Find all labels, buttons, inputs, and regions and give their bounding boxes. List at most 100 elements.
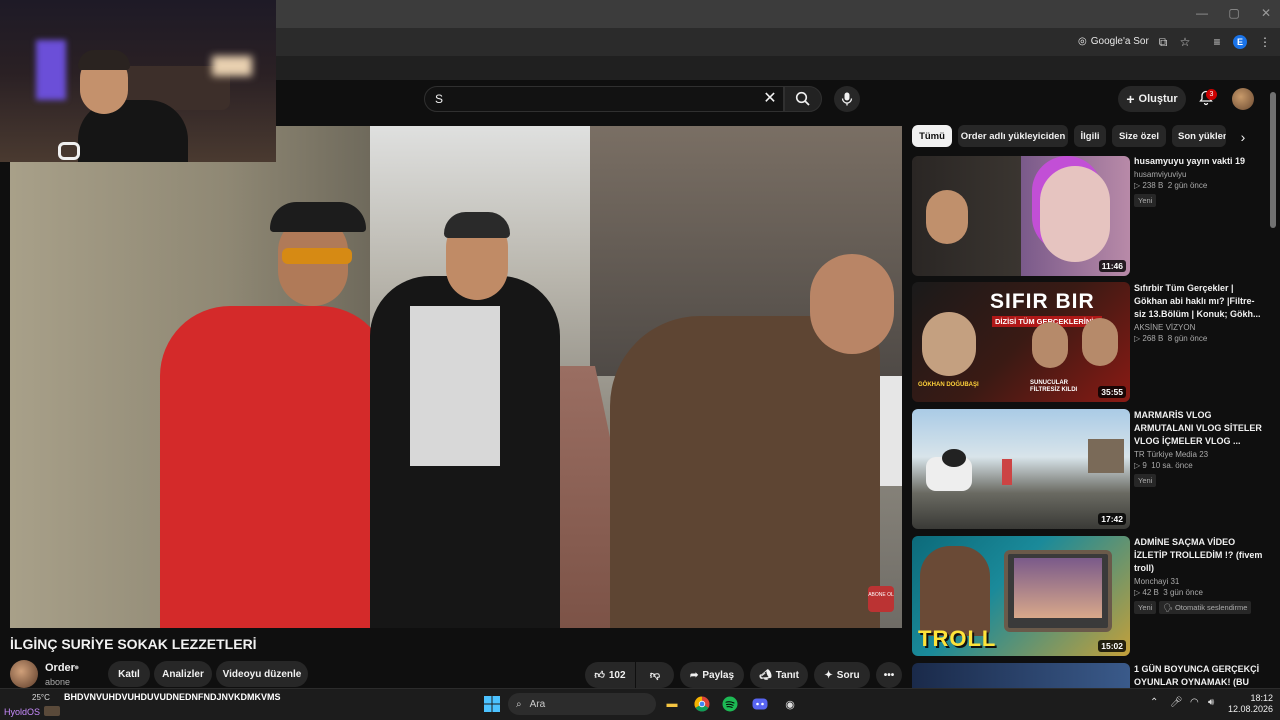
rec-info[interactable]: Sıfırbir Tüm Gerçekler | Gökhan abi hakl…	[1134, 282, 1264, 343]
thumb-face-mid	[1032, 322, 1068, 368]
join-button[interactable]: Katıl	[108, 661, 150, 687]
rec-views: 238 B	[1142, 181, 1164, 190]
person-red-cap	[270, 202, 366, 232]
tray-chevron-icon[interactable]: ⌃	[1150, 697, 1158, 708]
volume-icon[interactable]: 🔊︎	[1208, 697, 1214, 708]
rec-age: 10 sa. önce	[1151, 461, 1193, 470]
microphone-icon	[841, 92, 853, 106]
maximize-icon[interactable]: ▢	[1226, 6, 1242, 20]
media-queue-icon[interactable]: ≡	[1208, 34, 1226, 50]
search-input[interactable]: S	[424, 86, 784, 112]
person-red-glasses	[282, 248, 352, 264]
rec-meta: ▷ 42 B 3 gün önce	[1134, 588, 1203, 597]
thumb-character	[920, 546, 990, 636]
webcam-lamp	[212, 56, 252, 76]
dislike-button[interactable]: 👎︎	[636, 662, 674, 688]
subscribe-watermark[interactable]: ABONE OL	[868, 586, 894, 612]
share-button[interactable]: ➦ Paylaş	[680, 662, 744, 688]
person-brown-jacket	[610, 316, 880, 628]
microphone-tray-icon[interactable]: 🎤︎	[1170, 697, 1183, 708]
chip-related[interactable]: İlgili	[1074, 125, 1106, 147]
browser-profile-avatar[interactable]: E	[1233, 35, 1247, 49]
scrollbar-thumb[interactable]	[1270, 92, 1276, 228]
rec-title[interactable]: 1 GÜN BOYUNCA GERÇEKÇİ OYUNLAR OYNAMAK! …	[1134, 663, 1264, 688]
search-button[interactable]	[784, 86, 822, 112]
minimize-icon[interactable]: —	[1194, 6, 1210, 20]
video-player[interactable]: ABONE OL	[10, 126, 902, 628]
clock-time: 18:12	[1250, 693, 1274, 703]
overlay-emote-icon	[44, 706, 60, 716]
rec-thumbnail[interactable]: TROLL 15:02	[912, 536, 1130, 656]
person-brown-head	[810, 254, 894, 354]
taskbar-search-icon: ⌕	[516, 698, 522, 710]
taskbar-clock[interactable]: 18:12 12.08.2026	[1228, 693, 1273, 715]
rec-thumbnail[interactable]: SIFIR BIR DİZİSİ TÜM GERÇEKLERİNİ GÖKHAN…	[912, 282, 1130, 402]
chevron-right-icon[interactable]: ›	[1234, 128, 1252, 146]
streamer-hair	[78, 50, 130, 70]
rec-title[interactable]: ADMİNE SAÇMA VİDEO İZLETİP TROLLEDİM !? …	[1134, 536, 1264, 575]
rec-thumbnail[interactable]	[912, 663, 1130, 688]
thumbs-up-icon: 👍︎	[594, 670, 605, 681]
spotify-icon[interactable]	[720, 694, 740, 714]
rec-thumbnail[interactable]: 17:42	[912, 409, 1130, 529]
weather-widget[interactable]: 25°C	[32, 693, 50, 702]
rec-channel[interactable]: TR Türkiye Media 23	[1134, 450, 1264, 459]
ask-button[interactable]: ✦ Soru	[814, 662, 870, 688]
rec-badge-auto-dub-label: Otomatik seslendirme	[1174, 603, 1248, 612]
share-arrow-icon: ➦	[689, 669, 699, 681]
ask-google-label: Google'a Sor	[1090, 36, 1149, 47]
rec-title[interactable]: MARMARİS VLOG ARMUTALANI VLOG SİTELER VL…	[1134, 409, 1264, 448]
rec-duration: 17:42	[1098, 513, 1126, 525]
obs-icon[interactable]: ◉	[780, 694, 800, 714]
rec-info[interactable]: MARMARİS VLOG ARMUTALANI VLOG SİTELER VL…	[1134, 409, 1264, 488]
discord-icon[interactable]	[750, 694, 770, 714]
network-icon[interactable]: ◠	[1190, 697, 1199, 708]
rec-meta: ▷ 238 B 2 gün önce	[1134, 181, 1208, 190]
rec-badge-new: Yeni	[1134, 601, 1157, 614]
discord-logo-icon	[752, 698, 768, 710]
clear-search-icon[interactable]: ✕	[760, 89, 780, 109]
rec-channel[interactable]: Monchayi 31	[1134, 577, 1264, 586]
chip-for-you[interactable]: Size özel	[1112, 125, 1166, 147]
chrome-icon[interactable]	[692, 694, 712, 714]
bookmark-star-icon[interactable]: ☆	[1176, 34, 1194, 50]
rec-info[interactable]: husamyuyu yayın vakti 19 husamviyuviyu ▷…	[1134, 155, 1264, 208]
rec-title[interactable]: husamyuyu yayın vakti 19	[1134, 155, 1264, 168]
browser-menu-icon[interactable]: ⋮	[1256, 34, 1274, 50]
search-icon	[795, 91, 810, 106]
rec-info[interactable]: 1 GÜN BOYUNCA GERÇEKÇİ OYUNLAR OYNAMAK! …	[1134, 663, 1264, 688]
rec-channel[interactable]: husamviyuviyu	[1134, 170, 1264, 179]
ask-google-button[interactable]: ◎ Google'a Sor	[1072, 33, 1155, 51]
thumb-rider	[1002, 459, 1012, 485]
rec-info[interactable]: ADMİNE SAÇMA VİDEO İZLETİP TROLLEDİM !? …	[1134, 536, 1264, 615]
close-window-icon[interactable]: ✕	[1258, 6, 1274, 20]
verified-icon: ●	[74, 662, 80, 672]
more-actions-button[interactable]: •••	[876, 662, 902, 688]
taskbar-search[interactable]: ⌕ Ara	[508, 693, 656, 715]
install-app-icon[interactable]: ⧉	[1154, 34, 1172, 50]
rec-badge-new: Yeni	[1134, 194, 1157, 207]
voice-search-button[interactable]	[834, 86, 860, 112]
chip-recently-uploaded[interactable]: Son yüklen	[1172, 125, 1226, 147]
account-avatar[interactable]	[1232, 88, 1254, 110]
rec-thumbnail[interactable]: 11:46	[912, 156, 1130, 276]
megaphone-icon: 📣︎	[759, 669, 772, 681]
thumb-troll-text: TROLL	[918, 626, 997, 651]
promote-button[interactable]: 📣︎ Tanıt	[750, 662, 808, 688]
file-explorer-icon[interactable]: ▬	[662, 694, 682, 714]
rec-meta: ▷ 9 10 sa. önce	[1134, 461, 1193, 470]
rec-title[interactable]: Sıfırbir Tüm Gerçekler | Gökhan abi hakl…	[1134, 282, 1264, 321]
create-button[interactable]: + Oluştur	[1118, 86, 1186, 112]
channel-name[interactable]: Order	[45, 662, 75, 674]
ask-label: Soru	[836, 669, 860, 681]
chip-all[interactable]: Tümü	[912, 125, 952, 147]
spotify-logo-icon	[722, 696, 738, 712]
analytics-button[interactable]: Analizler	[154, 661, 212, 687]
edit-video-button[interactable]: Videoyu düzenle	[216, 661, 308, 687]
channel-avatar[interactable]	[10, 660, 38, 688]
rec-channel[interactable]: AKSİNE VİZYON	[1134, 323, 1264, 332]
like-button[interactable]: 👍︎ 102	[585, 662, 635, 688]
like-count: 102	[608, 669, 626, 681]
start-menu-icon[interactable]	[482, 694, 502, 714]
chip-from-uploader[interactable]: Order adlı yükleyiciden	[958, 125, 1068, 147]
